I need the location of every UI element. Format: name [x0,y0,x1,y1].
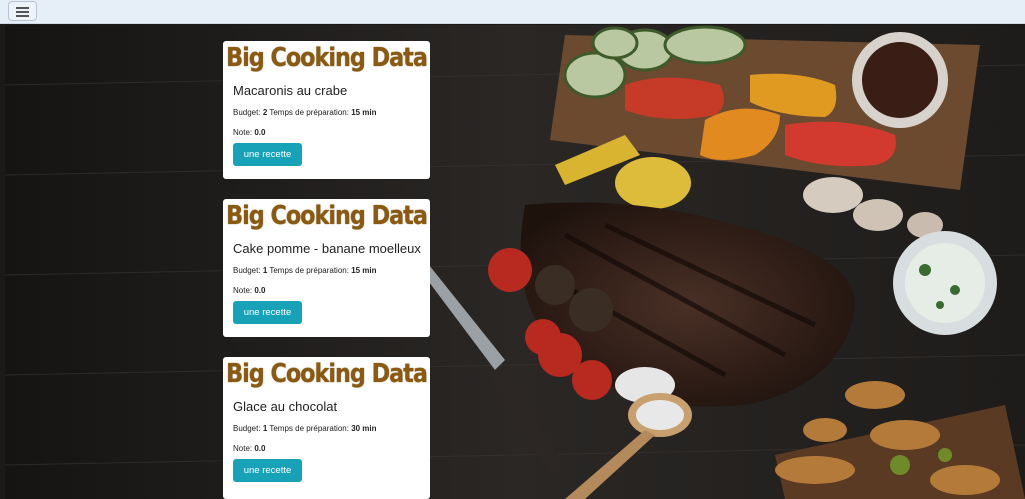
recipe-title: Glace au chocolat [233,399,338,414]
recipe-button[interactable]: une recette [233,143,302,166]
recipe-title: Macaronis au crabe [233,83,348,98]
brand-logo: Big Cooking Data [226,42,428,73]
recipe-button[interactable]: une recette [233,459,302,482]
recipe-meta: Budget: 1 Temps de préparation: 15 min [233,266,377,275]
recipe-card: Big Cooking Data Cake pomme - banane moe… [223,199,430,337]
brand-logo: Big Cooking Data [226,200,428,231]
navbar [0,0,1025,24]
recipe-meta: Budget: 2 Temps de préparation: 15 min [233,108,377,117]
recipe-note: Note: 0.0 [233,286,266,295]
recipe-card: Big Cooking Data Glace au chocolat Budge… [223,357,430,499]
recipe-button[interactable]: une recette [233,301,302,324]
recipe-card: Big Cooking Data Macaronis au crabe Budg… [223,41,430,179]
recipe-title: Cake pomme - banane moelleux [233,241,421,256]
brand-logo: Big Cooking Data [226,358,428,389]
recipe-meta: Budget: 1 Temps de préparation: 30 min [233,424,377,433]
food-background-image [5,25,1025,499]
recipe-note: Note: 0.0 [233,128,266,137]
recipe-note: Note: 0.0 [233,444,266,453]
menu-toggle-button[interactable] [8,1,37,21]
